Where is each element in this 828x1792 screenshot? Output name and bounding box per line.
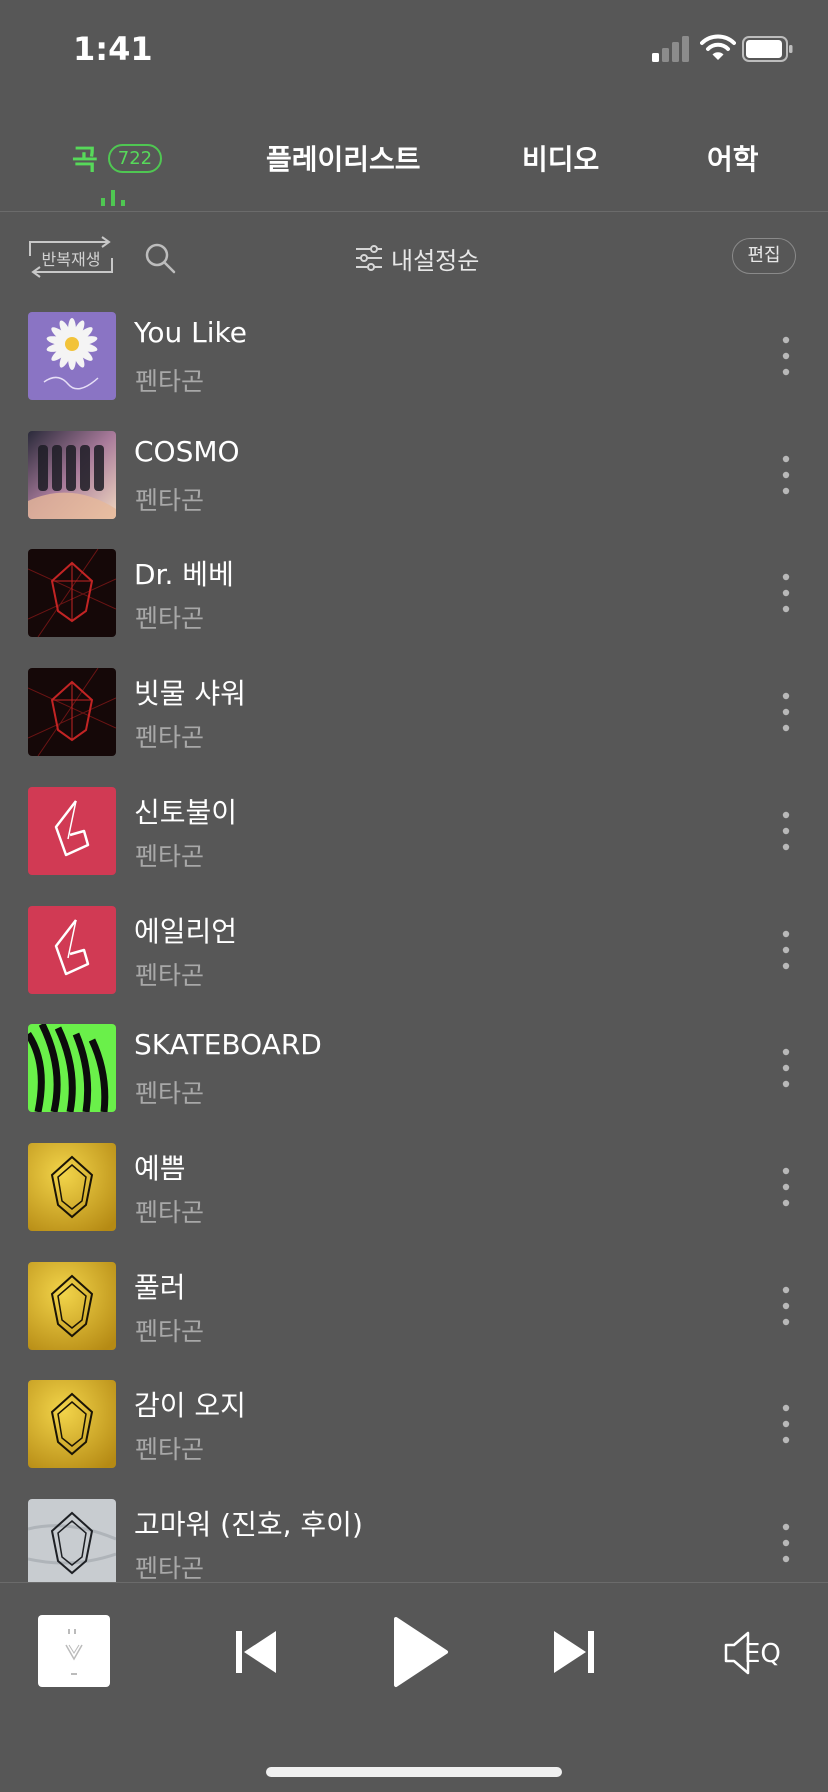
song-title: You Like — [134, 316, 247, 349]
song-row[interactable]: 고마워 (진호, 후이) 펜타곤 — [0, 1487, 828, 1582]
repeat-label: 반복재생 — [41, 250, 101, 269]
more-icon[interactable] — [770, 805, 802, 857]
status-bar: 1:41 — [0, 0, 828, 100]
battery-icon — [742, 36, 793, 62]
song-row[interactable]: 감이 오지 펜타곤 — [0, 1368, 828, 1486]
song-title: 감이 오지 — [134, 1389, 246, 1422]
song-artist: 펜타곤 — [135, 367, 205, 396]
more-icon[interactable] — [770, 1517, 802, 1569]
album-art — [28, 1143, 116, 1231]
album-art — [28, 431, 116, 519]
more-icon[interactable] — [770, 567, 802, 619]
eq-label: EQ — [744, 1639, 781, 1669]
playing-indicator-icon — [101, 190, 125, 206]
category-tabs: 곡 722 플레이리스트 비디오 어학 — [0, 130, 828, 210]
mini-player: EQ — [0, 1583, 828, 1792]
search-icon[interactable] — [144, 242, 176, 274]
tabs-divider — [0, 211, 828, 212]
song-artist: 펜타곤 — [135, 1317, 205, 1346]
song-row[interactable]: 빗물 샤워 펜타곤 — [0, 656, 828, 774]
song-artist: 펜타곤 — [135, 842, 205, 871]
song-row[interactable]: 신토불이 펜타곤 — [0, 775, 828, 893]
play-icon[interactable] — [390, 1615, 450, 1689]
album-art — [28, 906, 116, 994]
tab-songs[interactable]: 곡 722 — [72, 138, 163, 178]
edit-button[interactable]: 편집 — [732, 238, 796, 274]
now-playing-art[interactable] — [38, 1615, 110, 1687]
previous-icon[interactable] — [232, 1627, 280, 1677]
song-title: 신토불이 — [134, 796, 238, 829]
song-row[interactable]: SKATEBOARD 펜타곤 — [0, 1012, 828, 1130]
more-icon[interactable] — [770, 1280, 802, 1332]
more-icon[interactable] — [770, 449, 802, 501]
wifi-icon — [700, 34, 736, 60]
more-icon[interactable] — [770, 924, 802, 976]
album-art — [28, 1262, 116, 1350]
tab-songs-count: 722 — [107, 143, 163, 173]
tab-language[interactable]: 어학 — [707, 138, 759, 178]
tab-video[interactable]: 비디오 — [522, 138, 599, 178]
status-time: 1:41 — [73, 30, 153, 68]
album-art — [28, 549, 116, 637]
song-artist: 펜타곤 — [135, 1554, 205, 1582]
song-title: 풀러 — [134, 1271, 186, 1304]
song-title: 에일리언 — [134, 915, 238, 948]
more-icon[interactable] — [770, 1398, 802, 1450]
song-title: 예쁨 — [134, 1152, 186, 1185]
song-title: SKATEBOARD — [134, 1028, 322, 1061]
album-art — [28, 668, 116, 756]
more-icon[interactable] — [770, 1042, 802, 1094]
now-playing-art-graphic — [65, 1629, 83, 1675]
more-icon[interactable] — [770, 686, 802, 738]
sort-icon — [356, 245, 382, 271]
song-row[interactable]: COSMO 펜타곤 — [0, 419, 828, 537]
more-icon[interactable] — [770, 1161, 802, 1213]
song-row[interactable]: 예쁨 펜타곤 — [0, 1131, 828, 1249]
album-art — [28, 312, 116, 400]
song-title: 고마워 (진호, 후이) — [134, 1508, 363, 1541]
album-art — [28, 1380, 116, 1468]
album-art — [28, 1024, 116, 1112]
sort-button[interactable]: 내설정순 — [355, 240, 479, 276]
song-row[interactable]: You Like 펜타곤 — [0, 300, 828, 418]
song-artist: 펜타곤 — [135, 486, 205, 515]
home-indicator — [266, 1767, 562, 1777]
song-artist: 펜타곤 — [135, 961, 205, 990]
song-artist: 펜타곤 — [135, 1198, 205, 1227]
song-artist: 펜타곤 — [135, 723, 205, 752]
song-title: 빗물 샤워 — [134, 677, 246, 710]
song-title: Dr. 베베 — [134, 558, 234, 591]
song-row[interactable]: 풀러 펜타곤 — [0, 1250, 828, 1368]
album-art — [28, 1499, 116, 1582]
eq-button[interactable]: EQ — [720, 1629, 794, 1677]
more-icon[interactable] — [770, 330, 802, 382]
song-artist: 펜타곤 — [135, 1435, 205, 1464]
album-art — [28, 787, 116, 875]
tab-songs-label: 곡 — [72, 143, 98, 176]
sort-label: 내설정순 — [391, 246, 480, 275]
next-icon[interactable] — [550, 1627, 598, 1677]
song-row[interactable]: 에일리언 펜타곤 — [0, 894, 828, 1012]
song-artist: 펜타곤 — [135, 604, 205, 633]
signal-icon — [652, 36, 689, 62]
song-list: You Like 펜타곤 COSMO 펜타곤 Dr. 베베 펜타곤 빗물 샤워 … — [0, 300, 828, 1582]
song-row[interactable]: Dr. 베베 펜타곤 — [0, 537, 828, 655]
song-title: COSMO — [134, 435, 240, 468]
repeat-button[interactable]: 반복재생 — [28, 234, 114, 280]
song-artist: 펜타곤 — [135, 1079, 205, 1108]
tab-playlist[interactable]: 플레이리스트 — [266, 138, 421, 178]
